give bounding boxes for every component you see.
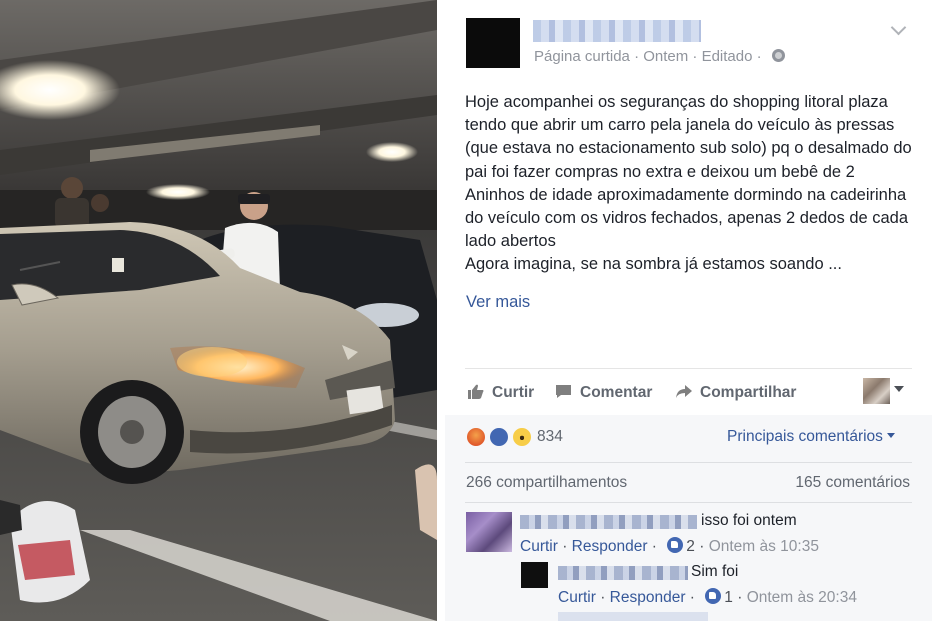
- shares-count[interactable]: 266 compartilhamentos: [466, 474, 627, 492]
- divider: [437, 0, 445, 621]
- comment-sort-dropdown[interactable]: Principais comentários: [727, 428, 895, 446]
- like-button[interactable]: Curtir: [467, 384, 534, 402]
- share-button[interactable]: Compartilhar: [675, 384, 796, 402]
- divider-line: [465, 462, 912, 463]
- divider-line: [465, 368, 912, 369]
- comment-like-link[interactable]: Curtir: [520, 538, 558, 555]
- comments-count[interactable]: 165 comentários: [795, 474, 910, 492]
- post-meta-text: Página curtida · Ontem · Editado ·: [534, 48, 762, 65]
- page-name-redacted[interactable]: [533, 20, 701, 42]
- comment-actions: Curtir · Responder · 2 · Ontem às 10:35: [520, 537, 819, 555]
- like-icon: [705, 588, 722, 604]
- commenter-name-redacted[interactable]: [520, 515, 697, 529]
- replier-name-redacted[interactable]: [558, 566, 688, 580]
- reply-timestamp[interactable]: Ontem às 20:34: [747, 589, 857, 606]
- share-label: Compartilhar: [700, 384, 797, 401]
- reactions-count[interactable]: 834: [537, 428, 563, 446]
- divider-line: [465, 502, 912, 503]
- like-icon: [667, 537, 684, 553]
- angry-icon[interactable]: [466, 427, 486, 447]
- parking-garage-photo: [0, 0, 437, 621]
- post-body: Hoje acompanhei os seguranças do shoppin…: [465, 93, 912, 274]
- comment-reply-link[interactable]: Responder: [572, 538, 648, 555]
- reply-text: Sim foi: [691, 563, 739, 580]
- wow-icon[interactable]: [512, 427, 532, 447]
- viewer-avatar[interactable]: [863, 378, 890, 404]
- reply-like-count[interactable]: 1: [724, 589, 733, 606]
- globe-icon: [771, 49, 785, 62]
- more-replies-link-cropped[interactable]: [558, 612, 708, 621]
- comment-icon: [556, 385, 571, 398]
- like-label: Curtir: [492, 384, 535, 401]
- page-avatar[interactable]: [466, 18, 520, 68]
- see-more-link[interactable]: Ver mais: [466, 293, 530, 312]
- comment-sort-label: Principais comentários: [727, 428, 883, 445]
- reply-like-link[interactable]: Curtir: [558, 589, 596, 606]
- comment-timestamp[interactable]: Ontem às 10:35: [709, 538, 819, 555]
- chevron-down-icon[interactable]: [890, 19, 907, 36]
- like-icon[interactable]: [489, 427, 509, 447]
- comment-text: isso foi ontem: [701, 512, 797, 529]
- caret-down-icon: [886, 433, 895, 438]
- caret-down-icon[interactable]: [894, 386, 904, 392]
- reply-actions: Curtir · Responder · 1 · Ontem às 20:34: [558, 588, 857, 606]
- facebook-post: Página curtida · Ontem · Editado · Hoje …: [445, 0, 932, 621]
- comment-like-count[interactable]: 2: [686, 538, 695, 555]
- share-arrow-icon: [676, 385, 692, 398]
- reply-reply-link[interactable]: Responder: [610, 589, 686, 606]
- post-photo[interactable]: [0, 0, 437, 621]
- commenter-avatar[interactable]: [466, 512, 512, 552]
- post-meta: Página curtida · Ontem · Editado ·: [534, 48, 785, 65]
- replier-avatar[interactable]: [521, 562, 548, 588]
- comment-label: Comentar: [580, 384, 653, 401]
- thumbs-up-icon: [468, 384, 484, 399]
- comment-button[interactable]: Comentar: [555, 384, 652, 402]
